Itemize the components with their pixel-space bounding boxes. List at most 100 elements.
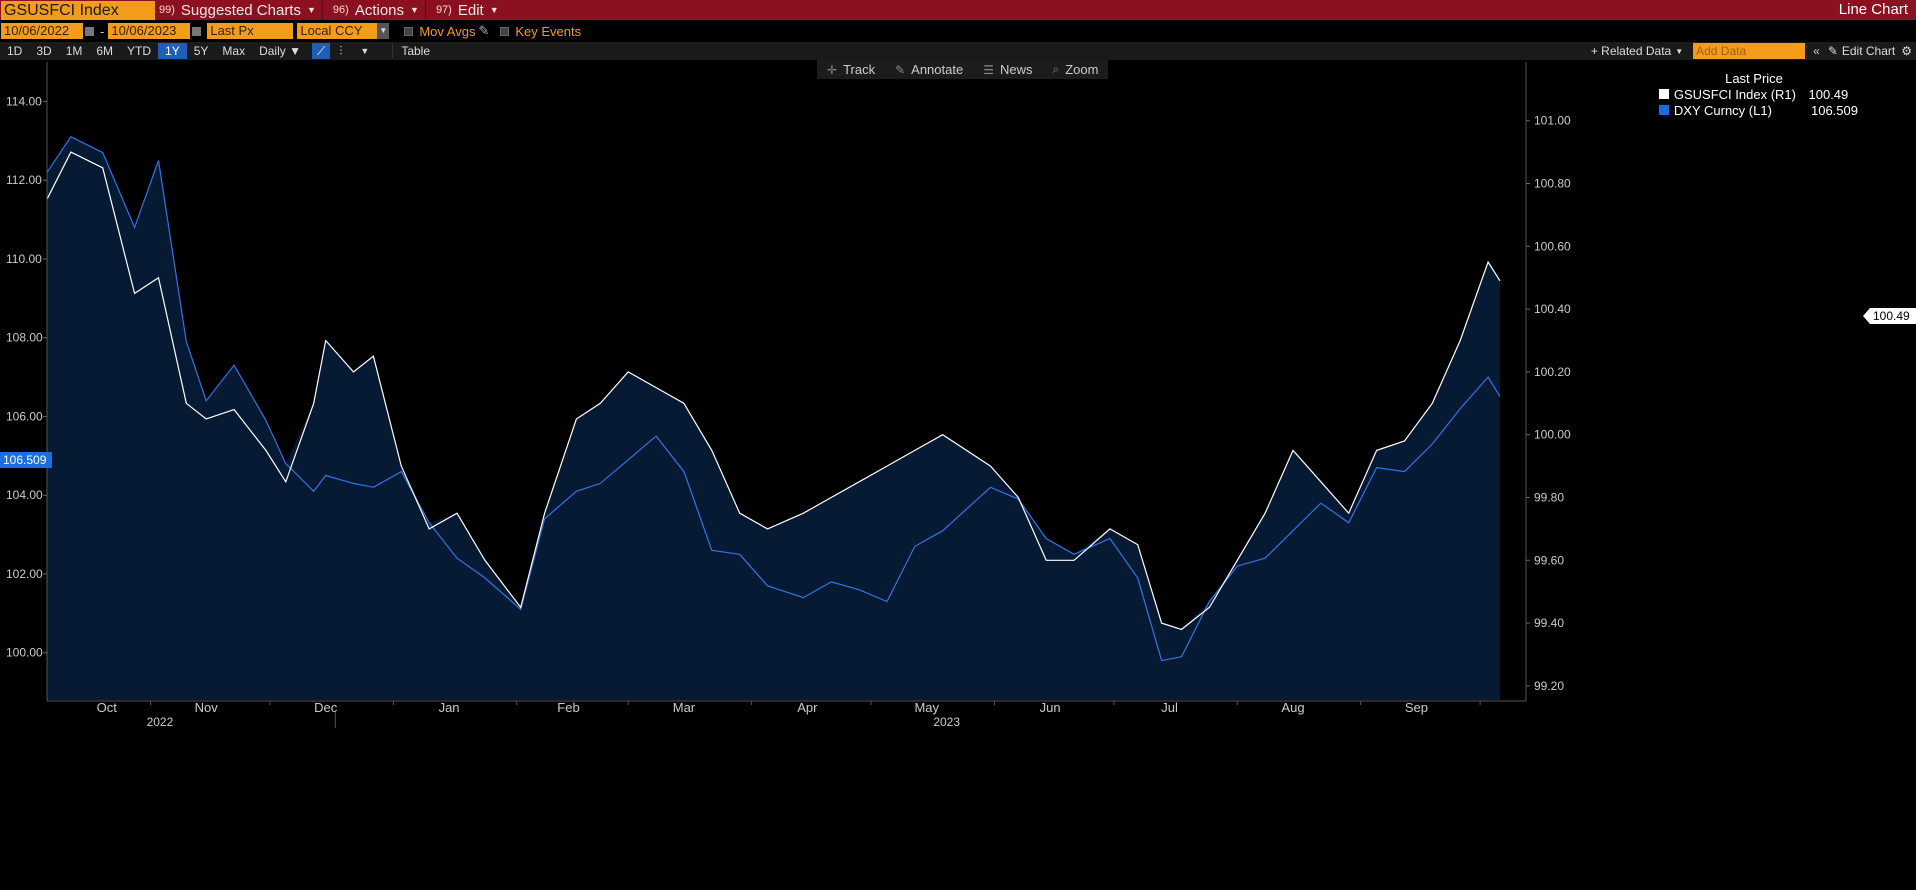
key-events-toggle[interactable]: Key Events (494, 24, 581, 39)
month-label: May (914, 700, 939, 715)
edit-chart-button[interactable]: Edit Chart (1842, 44, 1895, 58)
right-tick-label: 100.00 (1534, 428, 1571, 442)
annotate-tool[interactable]: ✎ Annotate (885, 62, 973, 77)
checkbox-icon[interactable] (404, 26, 414, 36)
tool-label: Track (843, 62, 876, 77)
menu-number: 97) (435, 4, 452, 16)
line-chart[interactable]: 114.00 112.00 110.00 108.00 106.00 104.00 102.… (0, 60, 1916, 890)
news-tool[interactable]: ☰ News (973, 62, 1042, 77)
legend-name: DXY Curncy (L1) (1673, 102, 1772, 118)
ticker-field[interactable]: GSUSFCI Index (1, 0, 155, 20)
legend-swatch (1659, 89, 1669, 99)
legend-title: Last Price (1725, 71, 1783, 86)
legend-item-gsusfci[interactable]: GSUSFCI Index (R1) 100.49 (1650, 86, 1858, 102)
menu-label: Actions (354, 1, 405, 19)
start-date-input[interactable]: 10/06/2022 (1, 23, 83, 39)
dropdown-arrow-icon[interactable]: ▼ (377, 23, 390, 39)
calendar-icon[interactable] (192, 26, 202, 36)
menu-label: Edit (457, 1, 484, 19)
caret-down-icon[interactable]: ▼ (1675, 47, 1683, 56)
options-bar: 10/06/2022 - 10/06/2023 Last Px Local CC… (0, 21, 1916, 41)
pencil-icon[interactable]: ✎ (478, 23, 489, 39)
checkbox-icon[interactable] (500, 26, 510, 36)
chevron-down-icon[interactable]: ▼ (355, 43, 374, 59)
month-label: Apr (797, 700, 818, 715)
month-label: Jan (439, 700, 460, 715)
collapse-icon[interactable]: « (1813, 44, 1820, 58)
mov-avgs-label: Mov Avgs (419, 23, 476, 39)
period-ytd[interactable]: YTD (120, 43, 158, 59)
right-tick-label: 100.40 (1534, 302, 1571, 316)
month-label: Oct (97, 700, 118, 715)
month-label: Aug (1281, 700, 1304, 715)
caret-down-icon: ▼ (410, 5, 419, 15)
period-3d[interactable]: 3D (29, 43, 58, 59)
month-label: Jul (1161, 700, 1178, 715)
track-tool[interactable]: ✛ Track (817, 62, 885, 77)
pencil-icon[interactable]: ✎ (1828, 44, 1838, 58)
menu-suggested-charts[interactable]: 99) Suggested Charts ▼ (159, 0, 316, 20)
right-tick-label: 99.40 (1534, 616, 1564, 630)
legend-swatch (1659, 105, 1669, 115)
period-1y[interactable]: 1Y (158, 43, 187, 59)
right-tick-label: 100.60 (1534, 239, 1571, 253)
tool-label: Zoom (1065, 62, 1099, 77)
legend-item-dxy[interactable]: DXY Curncy (L1) 106.509 (1650, 102, 1858, 118)
field-select[interactable]: Last Px (207, 23, 294, 39)
chart-kind-label: Line Chart (1838, 1, 1908, 18)
right-tick-label: 100.20 (1534, 365, 1571, 379)
month-label: Nov (195, 700, 219, 715)
period-1m[interactable]: 1M (59, 43, 90, 59)
right-tick-label: 99.20 (1534, 679, 1564, 693)
legend-name: GSUSFCI Index (R1) (1673, 86, 1796, 102)
month-label: Mar (673, 700, 696, 715)
add-data-input[interactable]: Add Data (1693, 43, 1806, 59)
menu-actions[interactable]: 96) Actions ▼ (333, 0, 419, 20)
year-label: 2022 (147, 715, 174, 729)
pencil-icon: ✎ (895, 62, 906, 77)
caret-down-icon: ▼ (489, 5, 499, 15)
gear-icon[interactable]: ⚙ (1901, 44, 1912, 58)
menu-label: Suggested Charts (180, 1, 301, 19)
left-tick-label: 112.00 (6, 173, 42, 187)
period-1d[interactable]: 1D (0, 43, 29, 59)
mov-avgs-toggle[interactable]: Mov Avgs ✎ (394, 23, 489, 39)
zoom-tool[interactable]: ⌕ Zoom (1042, 62, 1108, 77)
tool-label: Annotate (911, 62, 964, 77)
menu-edit[interactable]: 97) Edit ▼ (436, 0, 499, 20)
frequency-select[interactable]: Daily ▼ (252, 43, 308, 59)
month-label: Jun (1040, 700, 1061, 715)
bar-type-icon[interactable]: ⫶ (334, 43, 347, 59)
right-tick-label: 101.00 (1534, 114, 1571, 128)
currency-select[interactable]: Local CCY (297, 23, 378, 39)
table-button[interactable]: Table (392, 44, 438, 58)
period-max[interactable]: Max (215, 43, 252, 59)
magnifier-icon: ⌕ (1052, 62, 1060, 76)
news-icon: ☰ (983, 62, 994, 77)
right-tick-label: 99.80 (1534, 490, 1564, 504)
toolbar-right: + Related Data ▼ Add Data « ✎ Edit Chart… (1591, 42, 1916, 60)
left-tick-label: 108.00 (6, 331, 43, 345)
last-value-tag-left: 106.509 (0, 452, 52, 468)
related-data-button[interactable]: + Related Data (1591, 44, 1671, 58)
month-label: Feb (557, 700, 579, 715)
separator (424, 0, 426, 20)
left-tick-label: 114.00 (6, 94, 42, 108)
left-tick-label: 104.00 (6, 488, 43, 502)
menu-number: 99) (159, 4, 175, 16)
line-chart-icon[interactable]: ⟋ (311, 43, 331, 59)
calendar-icon[interactable] (85, 26, 94, 36)
chart-tools: ✛ Track ✎ Annotate ☰ News ⌕ Zoom (817, 60, 1109, 79)
period-bar: 1D 3D 1M 6M YTD 1Y 5Y Max Daily ▼ ⟋ ⫶ ▼ … (0, 42, 1916, 60)
end-date-input[interactable]: 10/06/2023 (108, 23, 191, 39)
last-value-tag-right: 100.49 (1863, 308, 1916, 324)
right-tick-label: 100.80 (1534, 177, 1571, 191)
tool-label: News (999, 62, 1033, 77)
legend-value: 100.49 (1808, 86, 1849, 102)
legend: Last Price GSUSFCI Index (R1) 100.49 DXY… (1650, 70, 1858, 122)
left-tick-label: 102.00 (6, 567, 43, 581)
period-5y[interactable]: 5Y (187, 43, 216, 59)
period-6m[interactable]: 6M (89, 43, 120, 59)
separator (321, 0, 323, 20)
month-label: Sep (1405, 700, 1428, 715)
